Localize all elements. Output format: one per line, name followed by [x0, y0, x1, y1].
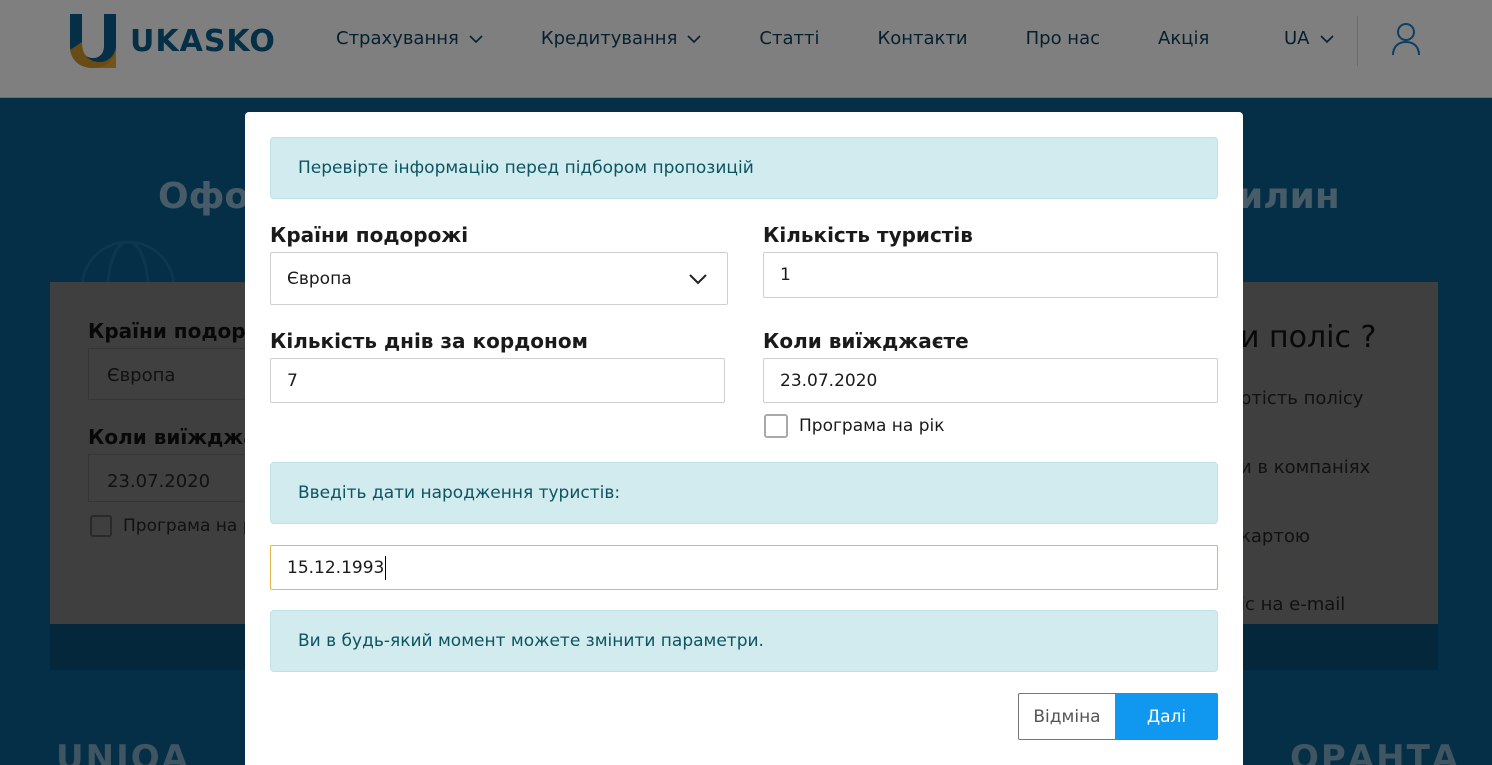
chevron-down-icon — [689, 274, 707, 285]
change-params-text: Ви в будь-який момент можете змінити пар… — [298, 631, 764, 651]
departure-date-input[interactable]: 23.07.2020 — [763, 358, 1218, 403]
change-params-banner: Ви в будь-який момент можете змінити пар… — [270, 610, 1218, 672]
days-value: 7 — [287, 370, 298, 391]
text-cursor — [385, 555, 387, 580]
departure-value: 23.07.2020 — [780, 370, 878, 391]
tourists-label: Кількість туристів — [763, 223, 973, 247]
year-program-checkbox[interactable] — [764, 414, 788, 438]
info-check-text: Перевірте інформацію перед підбором проп… — [298, 158, 754, 178]
days-input[interactable]: 7 — [270, 358, 725, 403]
info-check-banner: Перевірте інформацію перед підбором проп… — [270, 137, 1218, 199]
tourists-value: 1 — [780, 265, 791, 285]
countries-label: Країни подорожі — [270, 223, 469, 247]
countries-value: Європа — [287, 268, 352, 289]
birthdates-banner: Введіть дати народження туристів: — [270, 462, 1218, 524]
birthdates-text: Введіть дати народження туристів: — [298, 483, 621, 503]
trip-check-modal: Перевірте інформацію перед підбором проп… — [245, 112, 1243, 765]
days-label: Кількість днів за кордоном — [270, 329, 588, 353]
birthdate-value: 15.12.1993 — [287, 557, 385, 578]
countries-select[interactable]: Європа — [270, 252, 728, 305]
year-program-label: Програма на рік — [799, 416, 945, 436]
departure-label: Коли виїжджаєте — [763, 329, 969, 353]
tourists-input[interactable]: 1 — [763, 252, 1218, 298]
next-button[interactable]: Далі — [1115, 693, 1218, 740]
birthdate-input[interactable]: 15.12.1993 — [270, 545, 1218, 590]
cancel-button[interactable]: Відміна — [1018, 693, 1116, 740]
